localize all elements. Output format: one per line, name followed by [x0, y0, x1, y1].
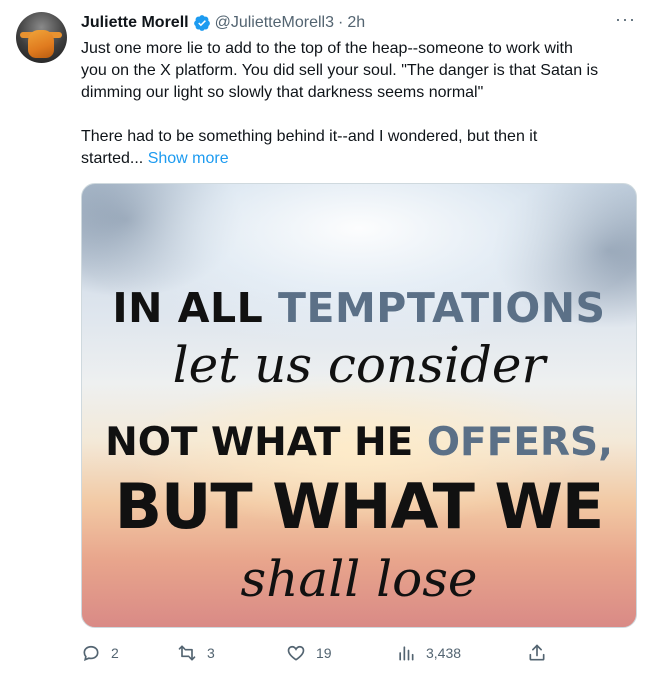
- image-text-accent: TEMPTATIONS: [278, 284, 606, 332]
- like-count: 19: [316, 645, 332, 661]
- image-text-line: BUT WHAT WE: [114, 470, 605, 543]
- retweet-button[interactable]: 3: [177, 642, 215, 664]
- image-text-line: NOT WHAT HE OFFERS,: [82, 420, 636, 465]
- image-text-line: IN ALL TEMPTATIONS: [82, 284, 636, 332]
- heart-icon: [287, 645, 305, 661]
- show-more-link[interactable]: Show more: [148, 150, 229, 167]
- tweet-line-text: started...: [81, 150, 144, 167]
- share-icon: [529, 644, 545, 661]
- image-text: IN ALL: [112, 284, 279, 332]
- separator-dot: ·: [337, 14, 344, 31]
- reply-icon: [83, 645, 99, 662]
- tweet-line: started... Show more: [81, 148, 633, 170]
- image-text-accent: OFFERS,: [426, 420, 613, 465]
- verified-badge-icon: [193, 15, 210, 31]
- share-button[interactable]: [527, 642, 547, 664]
- retweet-count: 3: [207, 645, 215, 661]
- tweet[interactable]: Juliette Morell @JulietteMorell3 · 2h ··…: [0, 0, 653, 678]
- author-name[interactable]: Juliette Morell: [81, 14, 189, 32]
- tweet-line: dimming our light so slowly that darknes…: [81, 84, 484, 101]
- avatar[interactable]: [16, 12, 67, 63]
- author-handle[interactable]: @JulietteMorell3: [215, 14, 334, 32]
- image-text: NOT WHAT HE: [105, 420, 427, 465]
- timestamp[interactable]: 2h: [347, 14, 365, 32]
- views-button[interactable]: 3,438: [396, 642, 461, 664]
- analytics-icon: [399, 646, 414, 661]
- action-bar: 2 3 19 3,438: [81, 642, 561, 664]
- views-count: 3,438: [426, 645, 462, 661]
- tweet-header: Juliette Morell @JulietteMorell3 · 2h: [81, 12, 365, 34]
- tweet-line: There had to be something behind it--and…: [81, 128, 538, 145]
- image-text-line: let us consider: [172, 336, 546, 394]
- retweet-icon: [178, 645, 196, 661]
- more-options-icon[interactable]: ···: [615, 10, 635, 30]
- tweet-line: Just one more lie to add to the top of t…: [81, 40, 573, 57]
- tweet-text: Just one more lie to add to the top of t…: [81, 38, 633, 170]
- like-button[interactable]: 19: [286, 642, 332, 664]
- avatar-figure: [28, 30, 54, 58]
- tweet-line: you on the X platform. You did sell your…: [81, 62, 599, 79]
- tweet-image[interactable]: IN ALL TEMPTATIONS let us consider NOT W…: [81, 183, 637, 628]
- reply-count: 2: [111, 645, 119, 661]
- reply-button[interactable]: 2: [81, 642, 119, 664]
- image-text-line: shall lose: [240, 550, 478, 608]
